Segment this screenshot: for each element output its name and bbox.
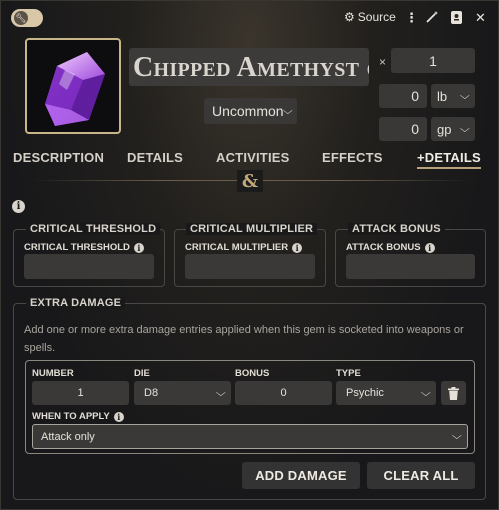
tab-activities[interactable]: ACTIVITIES bbox=[216, 150, 290, 165]
weight-input[interactable]: 0 bbox=[379, 84, 427, 108]
when-to-apply-label: WHEN TO APPLY i bbox=[32, 411, 124, 422]
price-unit-select[interactable]: gp ⌵ bbox=[431, 117, 475, 141]
item-name-text: Chipped Amethyst of Sti bbox=[133, 52, 369, 83]
damage-type-value: Psychic bbox=[346, 387, 384, 399]
trash-icon bbox=[448, 386, 459, 400]
chevron-down-icon: ⌵ bbox=[460, 90, 471, 102]
item-sheet-window: 🔧︎ ⚙ Source ⋮ ✕ Chipped Amethyst × 1 0 l… bbox=[0, 0, 499, 510]
when-to-apply-value: Attack only bbox=[41, 430, 95, 443]
critical-threshold-input[interactable] bbox=[24, 254, 154, 279]
column-bonus: BONUS bbox=[235, 368, 270, 379]
chevron-down-icon: ⌵ bbox=[460, 123, 471, 135]
when-to-apply-label-text: WHEN TO APPLY bbox=[32, 411, 110, 422]
attack-bonus-legend: ATTACK BONUS bbox=[348, 223, 445, 235]
damage-die-value: D8 bbox=[144, 387, 159, 399]
tab-description[interactable]: DESCRIPTION bbox=[13, 150, 104, 165]
critical-multiplier-label: CRITICAL MULTIPLIER i bbox=[185, 242, 303, 253]
price-unit-value: gp bbox=[437, 121, 452, 137]
chevron-down-icon: ⌵ bbox=[452, 431, 463, 442]
info-icon[interactable]: i bbox=[424, 242, 435, 253]
add-damage-button[interactable]: ADD DAMAGE bbox=[242, 462, 360, 489]
weight-unit-value: lb bbox=[437, 88, 448, 104]
quantity-input[interactable]: 1 bbox=[391, 48, 475, 73]
attack-bonus-label-text: ATTACK BONUS bbox=[346, 242, 421, 253]
critical-multiplier-input[interactable] bbox=[185, 254, 315, 279]
multiplier-symbol: × bbox=[379, 55, 387, 69]
critical-threshold-label: CRITICAL THRESHOLD i bbox=[24, 242, 144, 253]
attack-bonus-fieldset: ATTACK BONUS ATTACK BONUS i bbox=[335, 223, 486, 287]
price-input[interactable]: 0 bbox=[379, 117, 427, 141]
critical-threshold-legend: CRITICAL THRESHOLD bbox=[26, 223, 161, 235]
source-button[interactable]: ⚙ Source bbox=[344, 10, 396, 24]
chevron-down-icon: ⌵ bbox=[216, 387, 227, 399]
close-icon[interactable]: ✕ bbox=[475, 10, 486, 26]
chevron-down-icon: ⌵ bbox=[421, 387, 432, 399]
magic-wand-icon[interactable] bbox=[426, 10, 439, 23]
kebab-menu-icon[interactable]: ⋮ bbox=[405, 10, 418, 26]
extra-damage-legend: EXTRA DAMAGE bbox=[26, 297, 126, 309]
rarity-select[interactable]: Uncommon ⌵ bbox=[204, 98, 297, 124]
rarity-value: Uncommon bbox=[212, 103, 284, 119]
tab-details[interactable]: DETAILS bbox=[127, 150, 183, 165]
critical-threshold-fieldset: CRITICAL THRESHOLD CRITICAL THRESHOLD i bbox=[13, 223, 165, 287]
when-to-apply-select[interactable]: Attack only ⌵ bbox=[32, 424, 468, 449]
attack-bonus-input[interactable] bbox=[346, 254, 475, 279]
damage-bonus-input[interactable]: 0 bbox=[235, 381, 332, 405]
damage-entry: NUMBER DIE BONUS TYPE 1 D8 ⌵ 0 Psychic ⌵ bbox=[25, 360, 475, 454]
clear-all-button[interactable]: CLEAR ALL bbox=[367, 462, 475, 489]
extra-damage-description: Add one or more extra damage entries app… bbox=[24, 324, 464, 354]
critical-multiplier-label-text: CRITICAL MULTIPLIER bbox=[185, 242, 289, 253]
critical-threshold-label-text: CRITICAL THRESHOLD bbox=[24, 242, 130, 253]
chevron-down-icon: ⌵ bbox=[282, 105, 293, 117]
source-label: Source bbox=[357, 10, 396, 24]
extra-damage-fieldset: EXTRA DAMAGE Add one or more extra damag… bbox=[13, 297, 486, 500]
damage-number-input[interactable]: 1 bbox=[32, 381, 129, 405]
damage-die-select[interactable]: D8 ⌵ bbox=[134, 381, 231, 405]
mode-toggle[interactable]: 🔧︎ bbox=[11, 9, 43, 27]
amethyst-gem-image bbox=[45, 52, 105, 126]
column-number: NUMBER bbox=[32, 368, 74, 379]
wrench-icon: 🔧︎ bbox=[14, 11, 28, 25]
sheet-icon[interactable] bbox=[451, 11, 462, 24]
damage-type-select[interactable]: Psychic ⌵ bbox=[336, 381, 436, 405]
delete-entry-button[interactable] bbox=[441, 381, 466, 405]
info-icon[interactable]: i bbox=[113, 411, 124, 422]
info-icon[interactable]: i bbox=[12, 200, 25, 213]
tab-plus-details[interactable]: +DETAILS bbox=[417, 150, 481, 169]
info-icon[interactable]: i bbox=[133, 242, 144, 253]
item-name-input[interactable]: Chipped Amethyst of Sti bbox=[129, 48, 369, 86]
weight-unit-select[interactable]: lb ⌵ bbox=[431, 84, 475, 108]
item-portrait[interactable] bbox=[25, 38, 121, 134]
ampersand-ornament: & bbox=[237, 170, 263, 192]
gear-icon: ⚙ bbox=[344, 10, 355, 24]
critical-multiplier-legend: CRITICAL MULTIPLIER bbox=[186, 223, 318, 235]
column-die: DIE bbox=[134, 368, 150, 379]
info-icon[interactable]: i bbox=[292, 242, 303, 253]
attack-bonus-label: ATTACK BONUS i bbox=[346, 242, 435, 253]
tab-effects[interactable]: EFFECTS bbox=[322, 150, 383, 165]
critical-multiplier-fieldset: CRITICAL MULTIPLIER CRITICAL MULTIPLIER … bbox=[174, 223, 326, 287]
column-type: TYPE bbox=[336, 368, 361, 379]
